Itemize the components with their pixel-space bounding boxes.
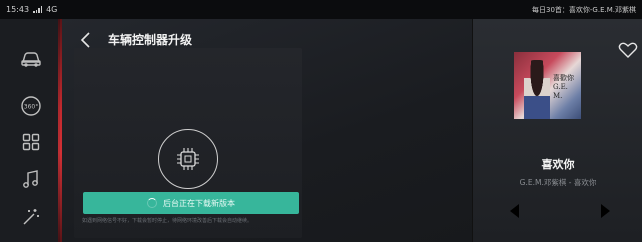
- music-panel: 喜歡你G.E.M. 喜欢你 G.E.M.邓紫棋 - 喜欢你: [472, 19, 642, 242]
- cover-artist-figure: [524, 60, 550, 119]
- magic-wand-icon: [23, 209, 39, 225]
- chip-icon: [177, 148, 199, 170]
- download-status-label: 后台正在下载新版本: [163, 198, 235, 208]
- heart-icon[interactable]: [618, 41, 638, 59]
- music-note-icon: [23, 170, 38, 188]
- song-title: 喜欢你: [541, 158, 575, 171]
- page-title: 车辆控制器升级: [108, 33, 193, 47]
- main-panel: 车辆控制器升级 后台正在下载新版本 如遇到网络信号不好，下载会暂时停止，待网络环…: [62, 19, 472, 242]
- sidebar-item-apps[interactable]: [14, 125, 48, 159]
- signal-icon: [33, 6, 43, 13]
- download-notice: 如遇到网络信号不好，下载会暂时停止，待网络环境改善后下载会自动继续。: [82, 218, 253, 224]
- status-bar: 15:43 4G 每日30首：喜欢你-G.E.M.邓紫棋: [0, 0, 642, 19]
- sidebar-item-music[interactable]: [14, 162, 48, 196]
- pause-icon[interactable]: [549, 201, 569, 221]
- sidebar-item-effects[interactable]: [14, 200, 48, 234]
- album-cover[interactable]: 喜歡你G.E.M.: [514, 52, 581, 119]
- cover-title-text: 喜歡你G.E.M.: [553, 74, 574, 100]
- apps-grid-icon: [22, 133, 40, 151]
- 360-label: 360°: [24, 104, 38, 111]
- song-artist: G.E.M.邓紫棋 - 喜欢你: [519, 178, 597, 187]
- clock: 15:43: [6, 5, 30, 14]
- status-left: 15:43 4G: [6, 5, 57, 14]
- sidebar: 360°: [0, 19, 62, 242]
- network-type: 4G: [46, 5, 58, 14]
- sidebar-item-360[interactable]: 360°: [14, 89, 48, 123]
- sidebar-item-vehicle[interactable]: [14, 42, 48, 76]
- previous-track-icon[interactable]: [503, 201, 523, 221]
- back-arrow-icon[interactable]: [78, 31, 94, 49]
- car-icon: [21, 52, 41, 67]
- 360-view-icon: 360°: [21, 96, 41, 116]
- now-playing-ticker[interactable]: 每日30首：喜欢你-G.E.M.邓紫棋: [532, 5, 636, 15]
- controller-chip-badge: [158, 129, 218, 189]
- next-track-icon[interactable]: [597, 201, 617, 221]
- download-status-button[interactable]: 后台正在下载新版本: [83, 192, 299, 214]
- loading-spinner-icon: [147, 198, 157, 208]
